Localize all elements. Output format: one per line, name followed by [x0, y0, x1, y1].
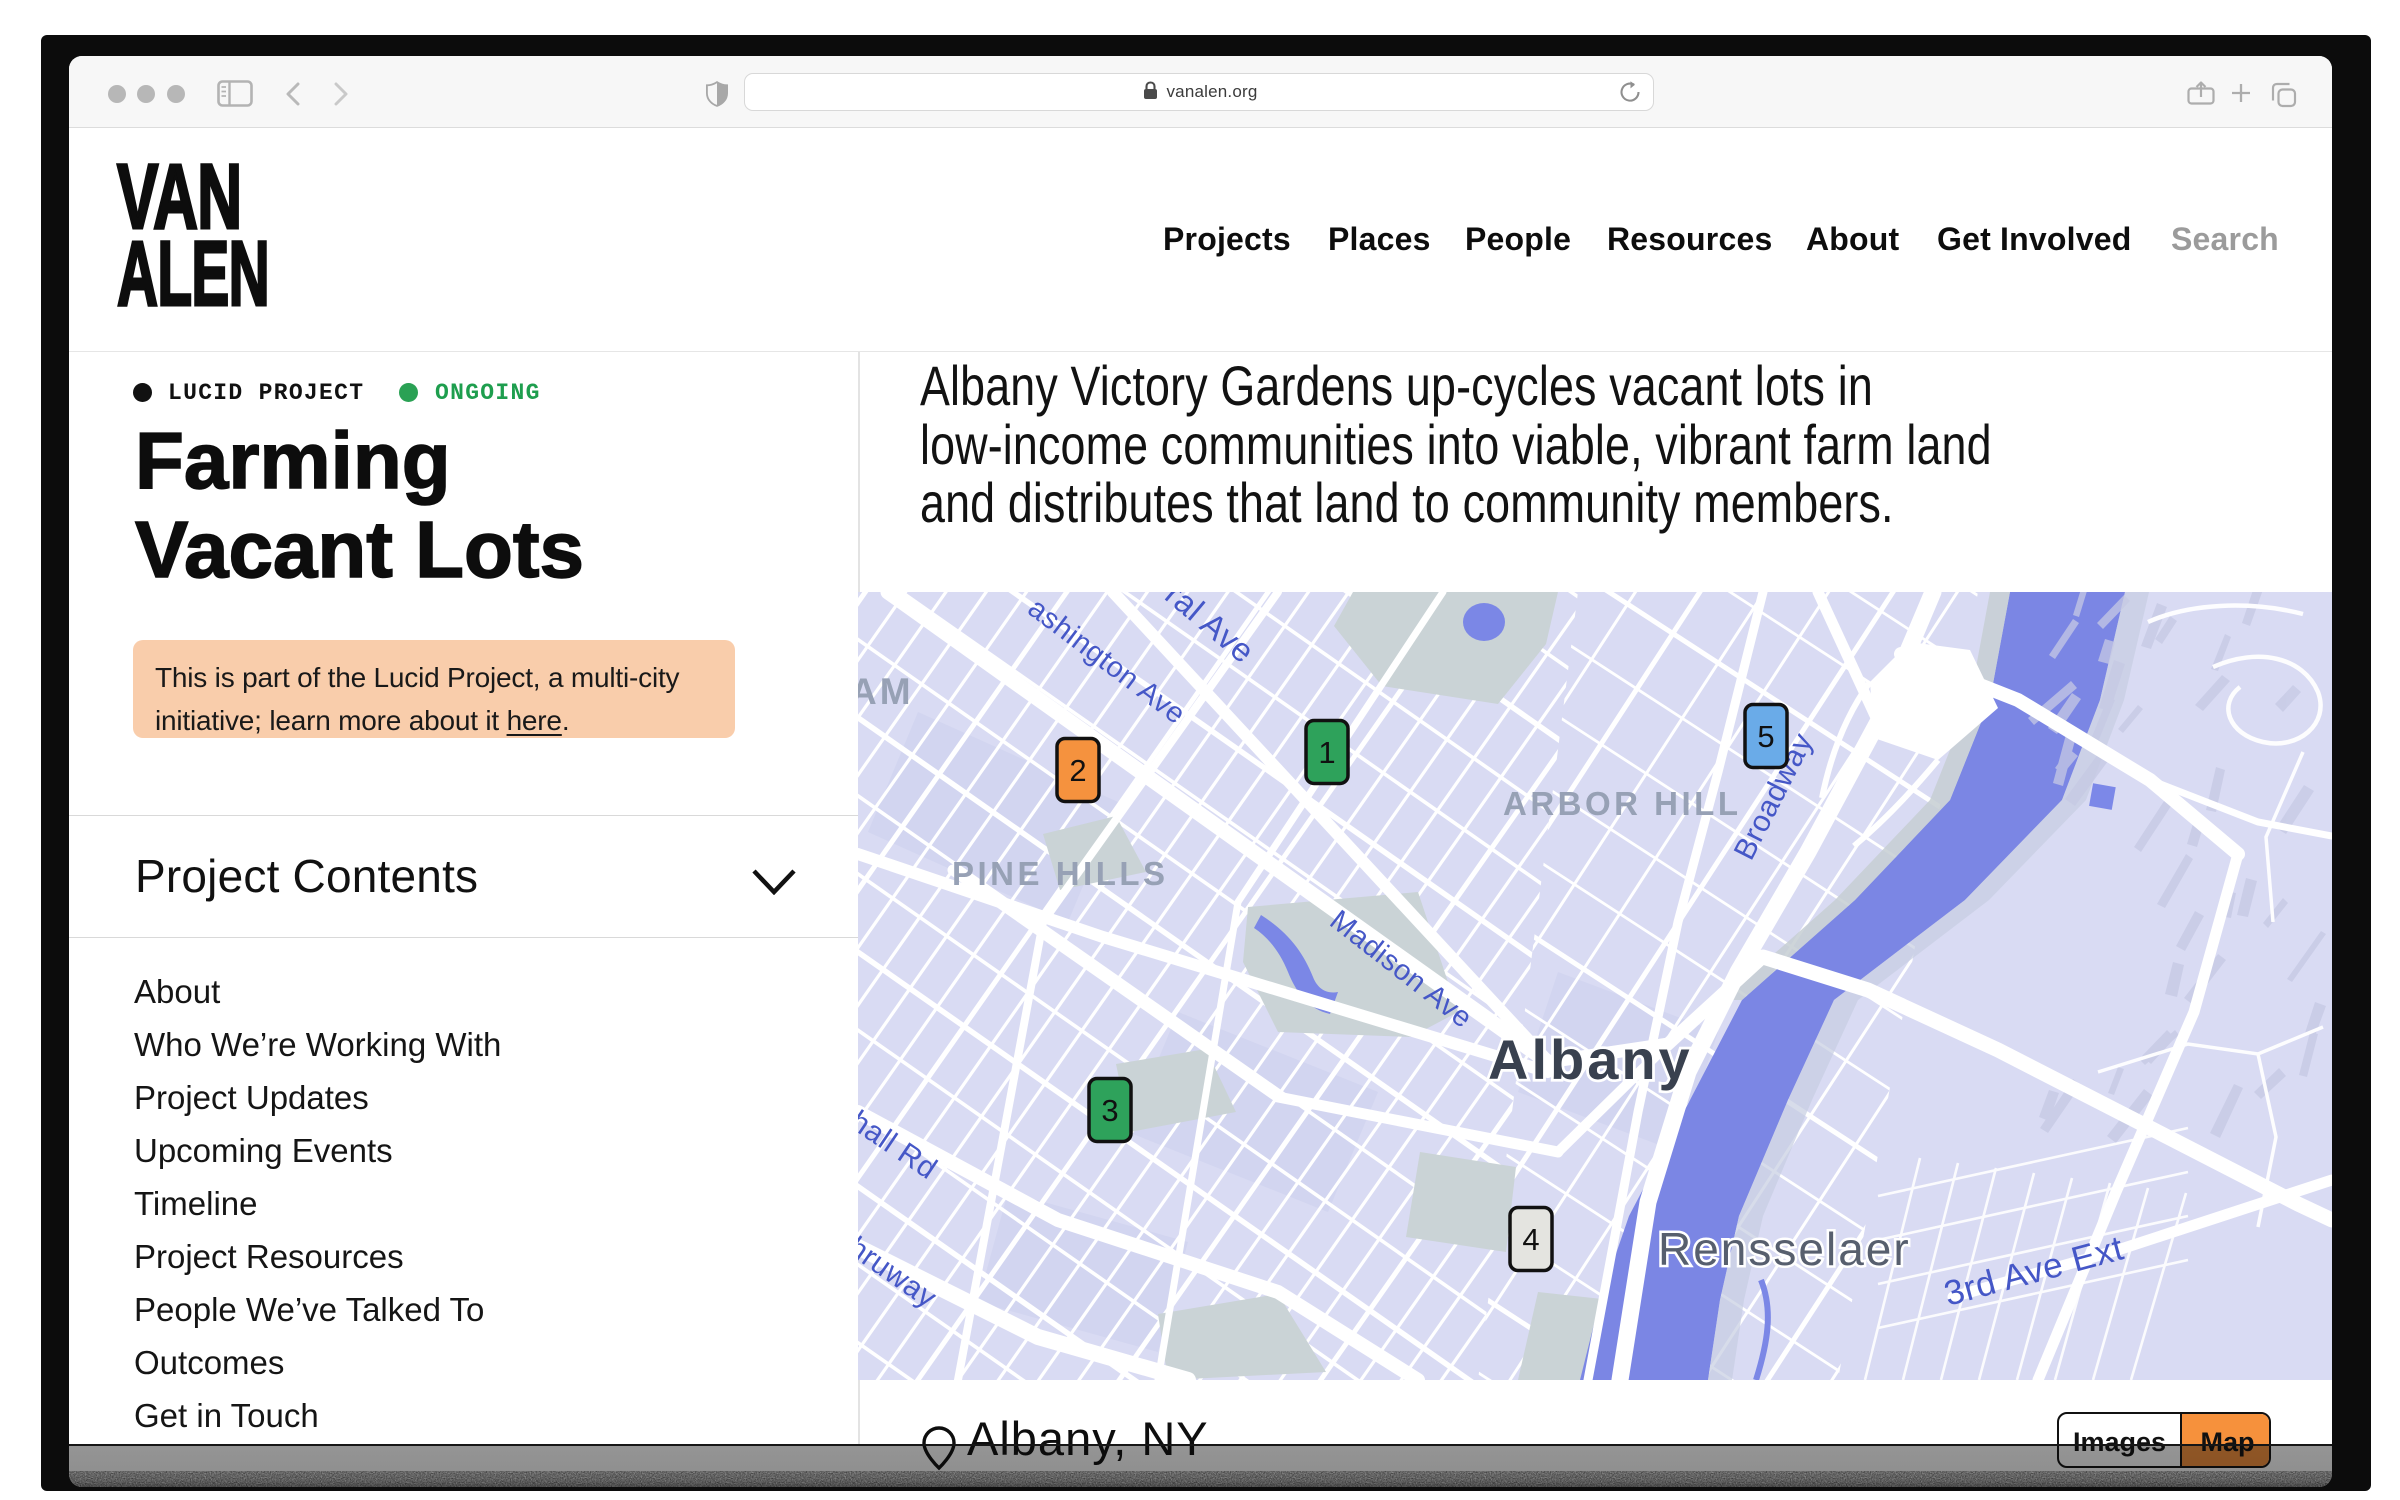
- svg-text:1: 1: [1318, 735, 1335, 770]
- svg-text:2: 2: [1069, 753, 1086, 788]
- svg-text:3: 3: [1101, 1093, 1118, 1128]
- svg-text:PINE HILLS: PINE HILLS: [952, 855, 1169, 892]
- svg-text:AM: AM: [858, 671, 914, 712]
- svg-text:4: 4: [1522, 1222, 1539, 1257]
- svg-text:Albany: Albany: [1488, 1028, 1693, 1091]
- svg-text:Rensselaer: Rensselaer: [1658, 1223, 1911, 1275]
- svg-text:5: 5: [1757, 719, 1774, 754]
- svg-text:ARBOR HILL: ARBOR HILL: [1503, 785, 1741, 822]
